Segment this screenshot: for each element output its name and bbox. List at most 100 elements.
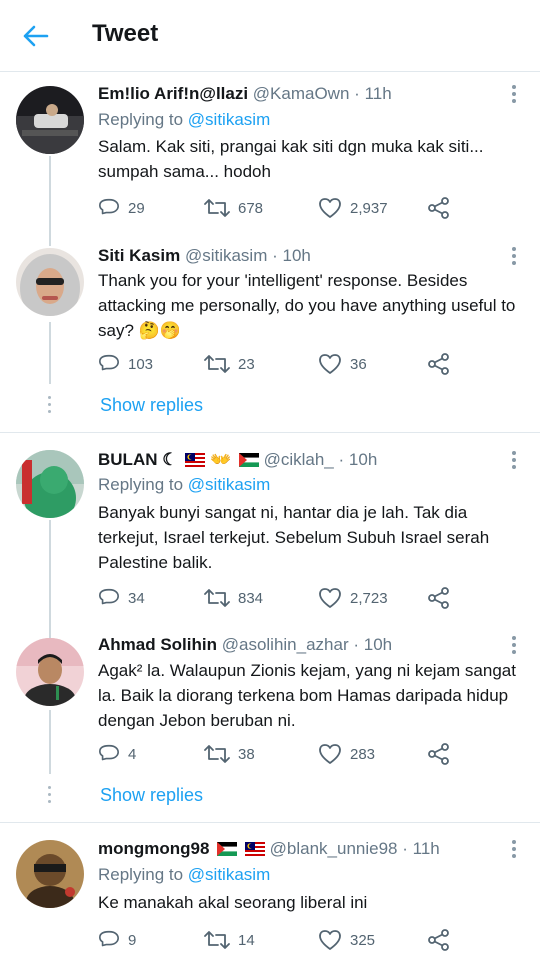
retweet-icon xyxy=(204,931,230,949)
author-handle[interactable]: @blank_unnie98 xyxy=(270,839,398,858)
share-icon xyxy=(428,929,449,951)
tweet-text: Salam. Kak siti, prangai kak siti dgn mu… xyxy=(98,137,484,181)
replying-mention[interactable]: @sitikasim xyxy=(188,110,270,129)
like-button[interactable]: 2,723 xyxy=(318,586,388,610)
tweet-time[interactable]: 10h xyxy=(349,450,377,469)
thread-connector xyxy=(49,710,51,774)
avatar[interactable] xyxy=(16,450,84,518)
avatar[interactable] xyxy=(16,638,84,706)
avatar[interactable] xyxy=(16,86,84,154)
tweet-actions: 103 23 36 xyxy=(98,352,478,376)
heart-icon xyxy=(319,744,341,764)
replying-to: Replying to @sitikasim xyxy=(98,474,270,496)
more-options-icon[interactable] xyxy=(504,244,524,268)
tweet-time[interactable]: 11h xyxy=(365,84,392,103)
more-options-icon[interactable] xyxy=(504,82,524,106)
show-replies-link[interactable]: Show replies xyxy=(100,394,203,416)
tweet-time[interactable]: 10h xyxy=(364,635,392,654)
separator-dot: · xyxy=(353,635,360,654)
author-name[interactable]: mongmong98 xyxy=(98,839,209,858)
retweet-button[interactable]: 38 xyxy=(204,742,255,766)
author-name[interactable]: Em!lio Arif!n@llazi xyxy=(98,84,248,103)
reply-button[interactable]: 103 xyxy=(98,352,153,376)
avatar[interactable] xyxy=(16,248,84,316)
retweet-count: 14 xyxy=(238,931,255,949)
reply-icon xyxy=(99,744,119,761)
author-name[interactable]: BULAN ☾ xyxy=(98,450,177,469)
replying-to: Replying to @sitikasim xyxy=(98,109,270,131)
heart-icon xyxy=(319,198,341,218)
more-options-icon[interactable] xyxy=(504,633,524,657)
thread-connector xyxy=(49,520,51,638)
like-button[interactable]: 325 xyxy=(318,928,375,952)
share-button[interactable] xyxy=(428,742,450,766)
reply-icon xyxy=(99,930,119,947)
share-button[interactable] xyxy=(428,196,450,220)
separator-dot: · xyxy=(272,246,278,265)
replying-mention[interactable]: @sitikasim xyxy=(188,865,270,884)
heart-icon xyxy=(319,930,341,950)
reply-count: 34 xyxy=(128,589,145,607)
retweet-button[interactable]: 834 xyxy=(204,586,263,610)
tweet-text: Banyak bunyi sangat ni, hantar dia je la… xyxy=(98,503,490,572)
tweet-text: Agak² la. Walaupun Zionis kejam, yang ni… xyxy=(98,661,516,730)
author-name[interactable]: Ahmad Solihin xyxy=(98,635,217,654)
reply-count: 4 xyxy=(128,745,137,763)
author-name[interactable]: Siti Kasim xyxy=(98,246,180,265)
reply-button[interactable]: 4 xyxy=(98,742,136,766)
share-icon xyxy=(428,743,449,765)
tweet-header: Ahmad Solihin @asolihin_azhar · 10h xyxy=(98,634,392,656)
thread-dots xyxy=(47,786,53,807)
like-button[interactable]: 283 xyxy=(318,742,375,766)
tweet-time[interactable]: 10h xyxy=(283,246,311,265)
reply-button[interactable]: 34 xyxy=(98,586,145,610)
like-button[interactable]: 36 xyxy=(318,352,367,376)
thread-connector xyxy=(49,322,51,384)
tweet-text: Thank you for your 'intelligent' respons… xyxy=(98,271,516,340)
show-replies-link[interactable]: Show replies xyxy=(100,784,203,806)
tweet-header: mongmong98 @blank_unnie98 · 11h xyxy=(98,838,440,860)
share-icon xyxy=(428,197,449,219)
retweet-count: 38 xyxy=(238,745,255,763)
more-options-icon[interactable] xyxy=(504,448,524,472)
replying-label: Replying to xyxy=(98,865,184,884)
like-button[interactable]: 2,937 xyxy=(318,196,388,220)
like-count: 2,723 xyxy=(350,589,388,607)
name-emoji: 👐 xyxy=(209,450,232,469)
back-button[interactable] xyxy=(20,20,52,52)
reply-icon xyxy=(99,198,119,215)
page-title: Tweet xyxy=(92,20,159,47)
reply-icon xyxy=(99,354,119,371)
more-options-icon[interactable] xyxy=(504,837,524,861)
tweet-header: Em!lio Arif!n@llazi @KamaOwn · 11h xyxy=(98,83,392,105)
share-button[interactable] xyxy=(428,928,450,952)
retweet-button[interactable]: 678 xyxy=(204,196,263,220)
author-handle[interactable]: @sitikasim xyxy=(185,246,267,265)
retweet-count: 678 xyxy=(238,199,264,217)
share-button[interactable] xyxy=(428,586,450,610)
replying-label: Replying to xyxy=(98,475,184,494)
share-icon xyxy=(428,587,449,609)
reply-button[interactable]: 9 xyxy=(98,928,136,952)
retweet-icon xyxy=(204,199,230,217)
separator-dot: · xyxy=(402,839,408,858)
like-count: 2,937 xyxy=(350,199,388,217)
avatar[interactable] xyxy=(16,840,84,908)
like-count: 325 xyxy=(350,931,376,949)
author-handle[interactable]: @ciklah_ xyxy=(264,450,334,469)
author-handle[interactable]: @KamaOwn xyxy=(253,84,350,103)
replying-mention[interactable]: @sitikasim xyxy=(188,475,270,494)
tweet-header: Siti Kasim @sitikasim · 10h xyxy=(98,245,311,267)
separator-dot: · xyxy=(338,450,345,469)
retweet-button[interactable]: 14 xyxy=(204,928,255,952)
retweet-icon xyxy=(204,745,230,763)
reply-button[interactable]: 29 xyxy=(98,196,145,220)
author-handle[interactable]: @asolihin_azhar xyxy=(222,635,349,654)
reply-count: 9 xyxy=(128,931,137,949)
tweet-time[interactable]: 11h xyxy=(413,839,440,858)
reply-count: 103 xyxy=(128,355,154,373)
divider xyxy=(0,822,540,823)
tweet-actions: 9 14 325 xyxy=(98,928,478,952)
retweet-button[interactable]: 23 xyxy=(204,352,255,376)
share-button[interactable] xyxy=(428,352,450,376)
